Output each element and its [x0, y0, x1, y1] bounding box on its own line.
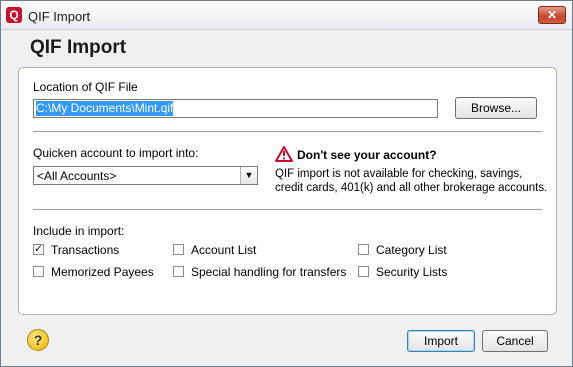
warning-message: QIF import is not available for checking… — [275, 168, 548, 194]
memorized-payees-label: Memorized Payees — [51, 265, 154, 279]
divider — [33, 209, 542, 210]
account-list-label: Account List — [191, 243, 257, 257]
qif-import-dialog: Q QIF Import ✕ QIF Import Location of QI… — [0, 0, 573, 367]
warning-icon — [275, 146, 293, 162]
divider — [33, 131, 542, 132]
category-list-label: Category List — [376, 243, 447, 257]
import-options-panel: Location of QIF File C:\My Documents\Min… — [18, 67, 557, 315]
quicken-app-icon: Q — [6, 7, 22, 23]
category-list-checkbox[interactable] — [358, 244, 369, 255]
account-dropdown-value: <All Accounts> — [37, 169, 117, 183]
special-handling-label: Special handling for transfers — [191, 265, 347, 279]
browse-button[interactable]: Browse... — [455, 97, 537, 119]
close-button[interactable]: ✕ — [538, 6, 566, 24]
security-lists-label: Security Lists — [376, 265, 448, 279]
chevron-down-icon[interactable]: ▼ — [240, 167, 257, 184]
warning-title: Don't see your account? — [297, 148, 437, 162]
file-location-label: Location of QIF File — [33, 80, 138, 94]
transactions-checkbox[interactable] — [33, 242, 44, 255]
help-icon[interactable]: ? — [27, 329, 49, 351]
page-title: QIF Import — [30, 37, 127, 58]
security-lists-checkbox[interactable] — [358, 266, 369, 277]
qif-file-path-input[interactable]: C:\My Documents\Mint.qif — [33, 99, 438, 118]
account-label: Quicken account to import into: — [33, 146, 199, 160]
window-title: QIF Import — [28, 9, 91, 24]
special-handling-checkbox[interactable] — [173, 266, 184, 277]
cancel-button[interactable]: Cancel — [482, 330, 548, 352]
title-bar[interactable]: Q QIF Import ✕ — [1, 1, 572, 30]
account-dropdown[interactable]: <All Accounts> ▼ — [33, 166, 258, 185]
memorized-payees-checkbox[interactable] — [33, 266, 44, 277]
include-label: Include in import: — [33, 224, 125, 238]
transactions-label: Transactions — [51, 243, 120, 257]
qif-file-path-value: C:\My Documents\Mint.qif — [36, 101, 174, 116]
import-button[interactable]: Import — [407, 330, 475, 352]
account-list-checkbox[interactable] — [173, 244, 184, 255]
